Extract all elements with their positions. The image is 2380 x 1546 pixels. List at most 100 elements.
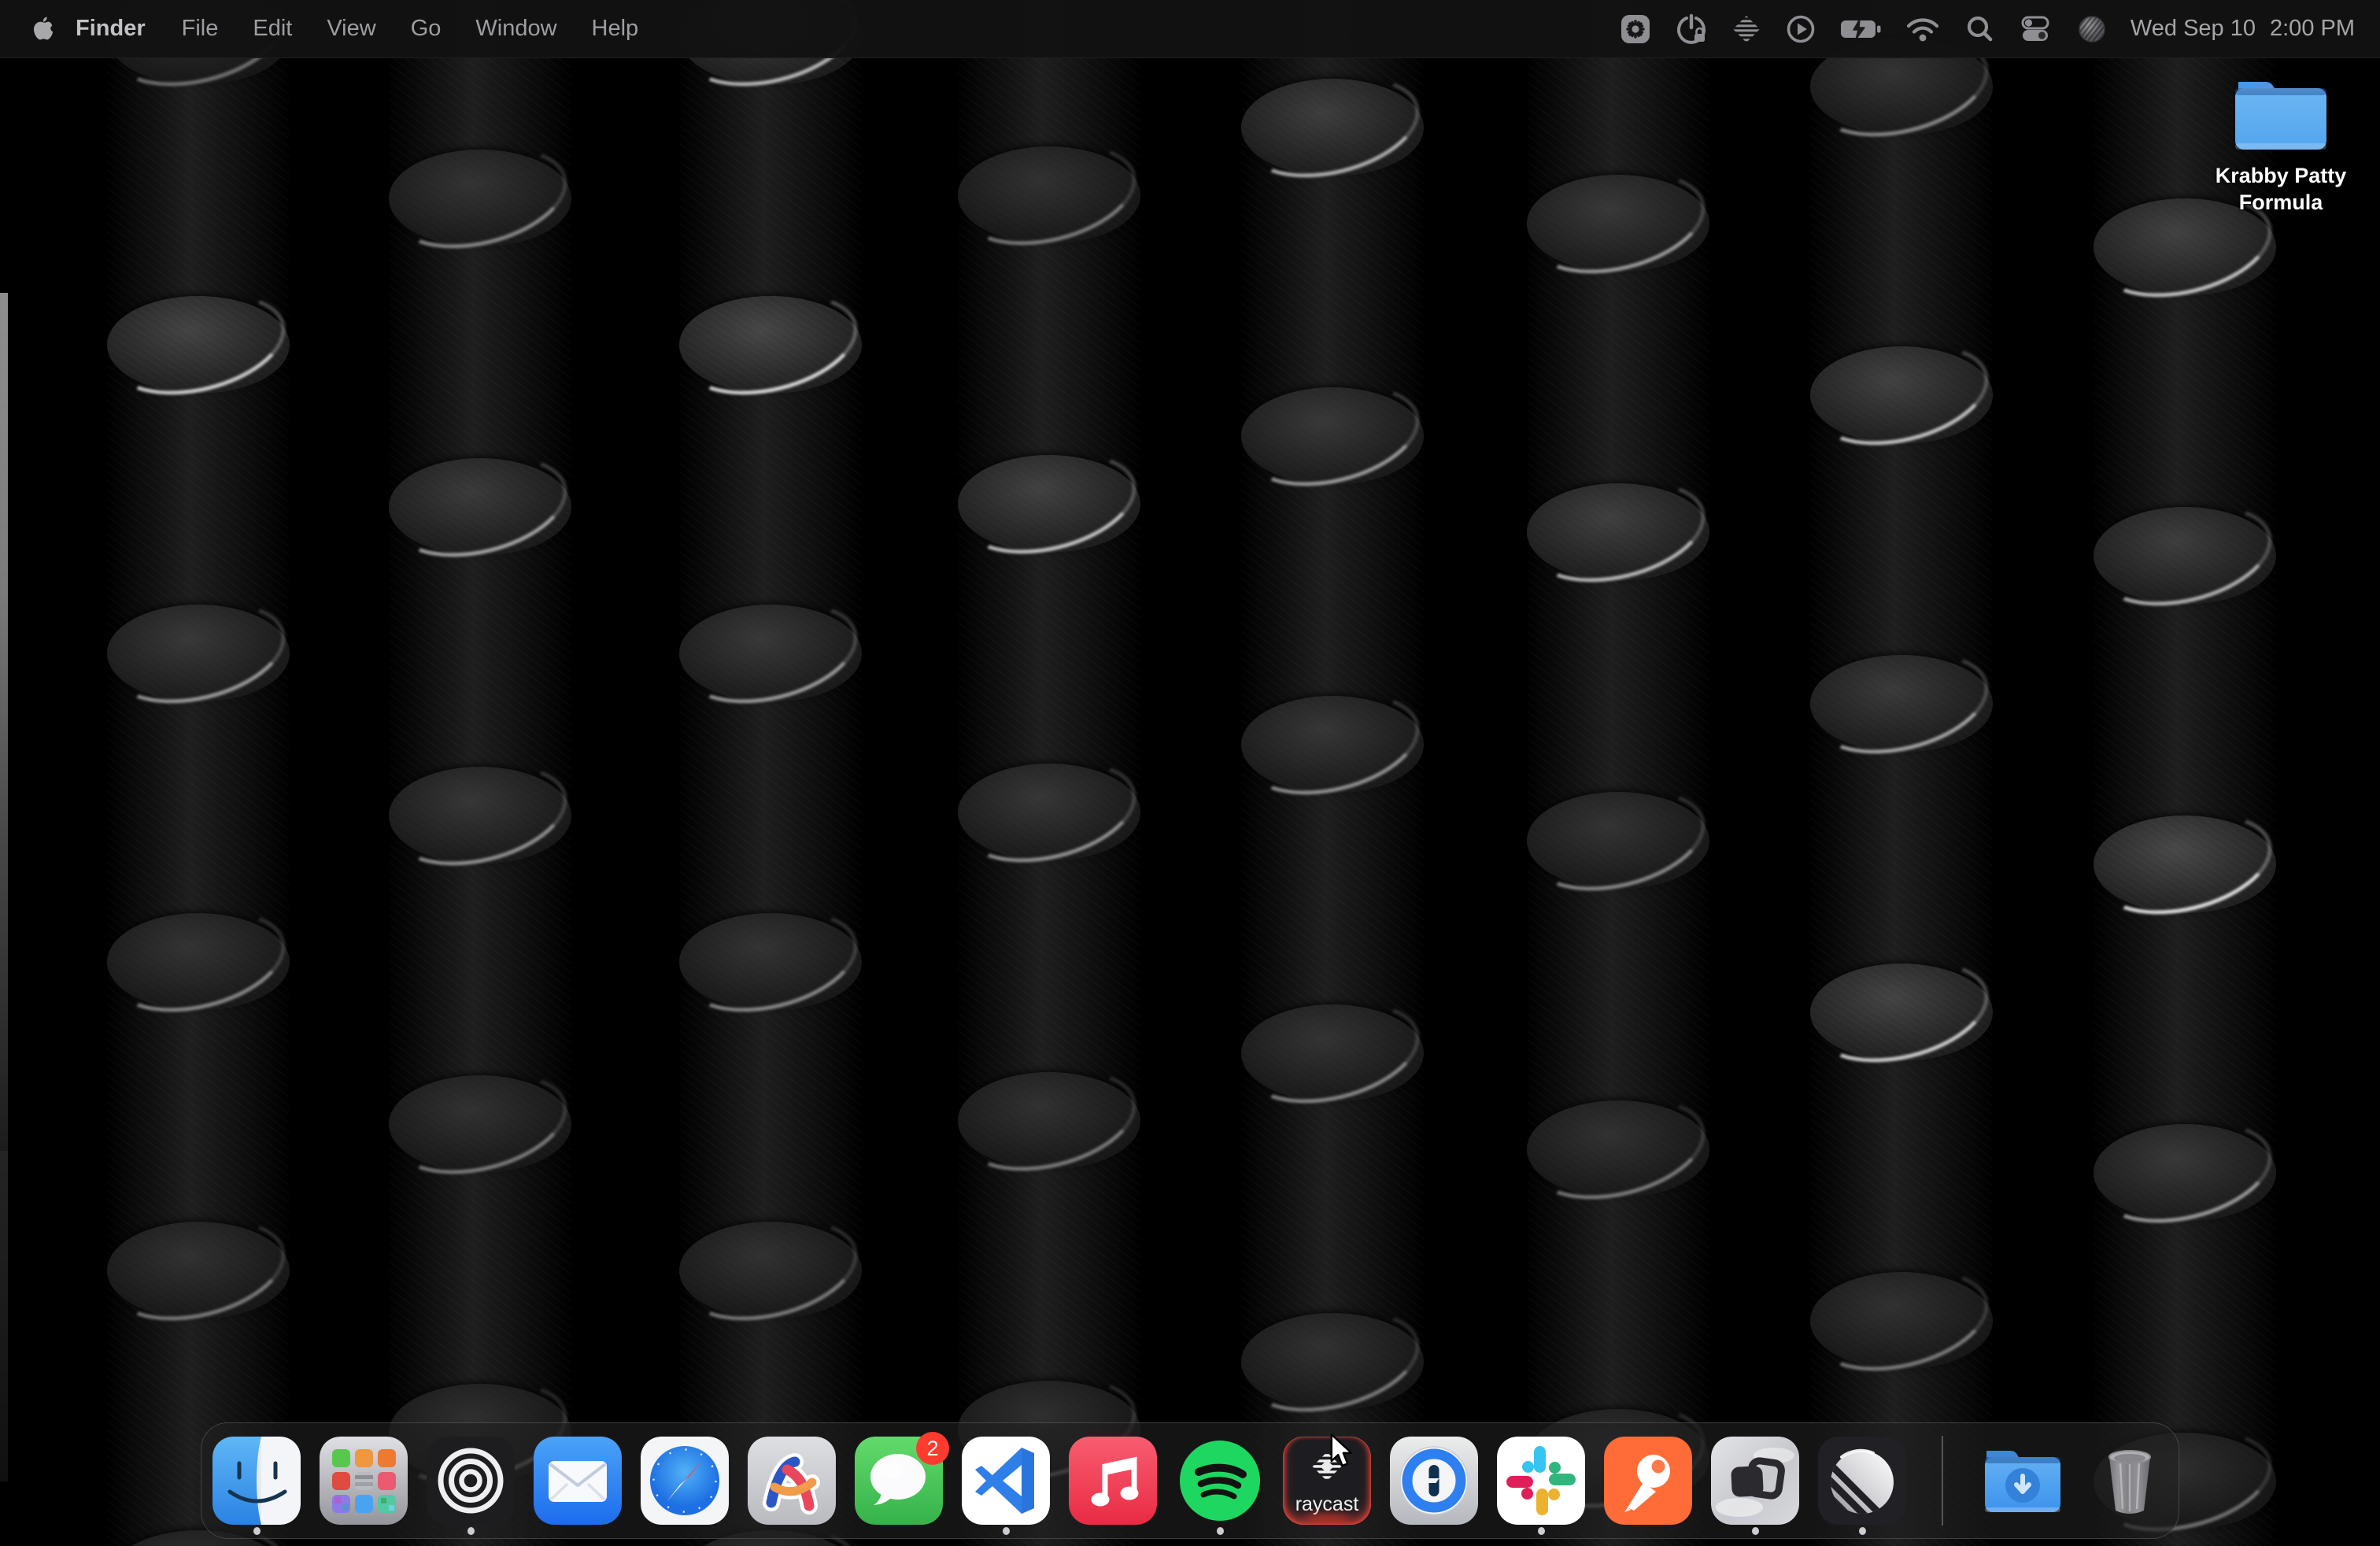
dock-app-postman[interactable] [1604, 1437, 1692, 1525]
dock-app-messages[interactable]: 2 [855, 1437, 943, 1525]
dock-app-1password[interactable] [1390, 1437, 1478, 1525]
running-indicator [253, 1527, 261, 1535]
trash-icon [2086, 1437, 2174, 1525]
mail-icon [534, 1437, 622, 1525]
dock-app-slack[interactable] [1497, 1437, 1585, 1525]
dock-app-launchpad[interactable] [320, 1437, 408, 1525]
wallpaper-cylinder-cap [389, 767, 571, 864]
wallpaper-cylinder-cap [1241, 696, 1424, 793]
spotlight-search-icon[interactable] [1963, 0, 1996, 57]
dock-app-finder[interactable] [213, 1437, 301, 1525]
dock-app-raycast[interactable]: raycast [1283, 1437, 1371, 1525]
mouse-cursor [1329, 1433, 1355, 1474]
menu-item-finder[interactable]: Finder [57, 0, 164, 57]
now-playing-icon[interactable] [1784, 0, 1817, 57]
wallpaper-edge-cylinder [0, 293, 8, 1151]
desktop-folder-krabby-patty-formula[interactable]: Krabby Patty Formula [2193, 74, 2368, 216]
menu-item-view[interactable]: View [309, 0, 393, 57]
shutter-burst-icon[interactable] [1618, 0, 1653, 57]
control-center-icon[interactable] [2017, 0, 2053, 57]
menu-item-window[interactable]: Window [458, 0, 574, 57]
running-indicator [1003, 1527, 1010, 1535]
menu-item-go[interactable]: Go [394, 0, 459, 57]
raycast-icon: raycast [1283, 1437, 1371, 1525]
notification-badge: 2 [916, 1432, 949, 1465]
apple-logo-icon [30, 13, 57, 45]
dock-folder-downloads[interactable] [1979, 1437, 2067, 1525]
wallpaper-cylinder-cap [1527, 175, 1709, 272]
running-indicator [1752, 1527, 1759, 1535]
dock-app-arc-browser[interactable] [748, 1437, 836, 1525]
wallpaper-cylinder-cap [1810, 963, 1993, 1061]
arc-browser-icon [748, 1437, 836, 1525]
finder-icon [213, 1437, 301, 1525]
menu-item-file[interactable]: File [164, 0, 236, 57]
desktop-wallpaper [0, 0, 2380, 1546]
dock-separator [1942, 1436, 1943, 1526]
striped-diamond-icon[interactable] [1730, 0, 1763, 57]
dock-trash[interactable] [2086, 1437, 2174, 1525]
textured-sphere-icon[interactable] [2075, 0, 2109, 57]
wallpaper-cylinder-cap [679, 605, 862, 702]
dock-app-spotify[interactable] [1176, 1437, 1264, 1525]
wifi-icon[interactable] [1904, 0, 1942, 57]
dock-app-mail[interactable] [534, 1437, 622, 1525]
menu-item-help[interactable]: Help [575, 0, 656, 57]
menu-bar-date: Wed Sep 10 [2131, 16, 2256, 42]
spotify-icon [1176, 1437, 1264, 1525]
wallpaper-cylinder-cap [1527, 792, 1709, 890]
wallpaper-cylinder-cap [679, 1222, 862, 1319]
launchpad-icon [320, 1437, 408, 1525]
wallpaper-cylinder-cap [107, 296, 290, 394]
dock-app-overlapping-squares[interactable] [1711, 1437, 1799, 1525]
wallpaper-cylinder-cap [389, 458, 571, 556]
wallpaper-cylinder-cap [2094, 507, 2276, 605]
dock: 2 [201, 1422, 2179, 1539]
running-indicator [1217, 1527, 1224, 1535]
dock-app-apple-music[interactable] [1069, 1437, 1157, 1525]
wallpaper-cylinder-cap [1241, 1004, 1424, 1102]
apple-music-icon [1069, 1437, 1157, 1525]
wallpaper-cylinder-cap [1527, 1100, 1709, 1198]
wallpaper-cylinder-cap [1810, 655, 1993, 753]
running-indicator [1859, 1527, 1866, 1535]
wallpaper-cylinder-cap [107, 605, 290, 702]
safari-icon [641, 1437, 729, 1525]
raycast-label: raycast [1283, 1493, 1371, 1516]
wallpaper-cylinder-cap [679, 913, 862, 1011]
1password-icon [1390, 1437, 1478, 1525]
wallpaper-cylinder-cap [1527, 483, 1709, 581]
running-indicator [468, 1527, 475, 1535]
wallpaper-cylinder-cap [389, 150, 571, 247]
raycast-red-glow [1303, 1514, 1351, 1522]
menu-bar-clock[interactable]: Wed Sep 10 2:00 PM [2131, 16, 2355, 42]
apple-menu[interactable] [30, 13, 57, 45]
wallpaper-cylinder-cap [958, 455, 1140, 553]
wallpaper-cylinder-cap [958, 1072, 1140, 1170]
dock-app-linear[interactable] [1818, 1437, 1906, 1525]
wallpaper-cylinder-cap [107, 1222, 290, 1319]
wallpaper-cylinder-cap [958, 146, 1140, 244]
slack-icon [1497, 1437, 1585, 1525]
wallpaper-cylinder-cap [1241, 1313, 1424, 1411]
wallpaper-cylinder-cap [679, 296, 862, 394]
wallpaper-cylinder-cap [1810, 346, 1993, 444]
wallpaper-cylinder-cap [389, 1075, 571, 1173]
dock-app-safari[interactable] [641, 1437, 729, 1525]
dock-app-vscode[interactable] [962, 1437, 1050, 1525]
vscode-icon [962, 1437, 1050, 1525]
menu-item-edit[interactable]: Edit [235, 0, 309, 57]
linear-icon [1818, 1437, 1906, 1525]
downloads-folder-icon [1979, 1437, 2067, 1525]
power-lock-icon[interactable] [1674, 0, 1709, 57]
folder-label: Krabby Patty Formula [2193, 162, 2368, 216]
wallpaper-cylinder-cap [2094, 816, 2276, 913]
battery-charging-icon[interactable] [1839, 0, 1883, 57]
wallpaper-cylinder-cap [958, 764, 1140, 861]
running-indicator [1538, 1527, 1545, 1535]
concentric-circles-app-icon [427, 1437, 515, 1525]
folder-icon [2232, 74, 2330, 154]
dock-app-concentric-circles[interactable] [427, 1437, 515, 1525]
wallpaper-cylinder-cap [1241, 79, 1424, 176]
wallpaper-cylinder-cap [2094, 1124, 2276, 1222]
